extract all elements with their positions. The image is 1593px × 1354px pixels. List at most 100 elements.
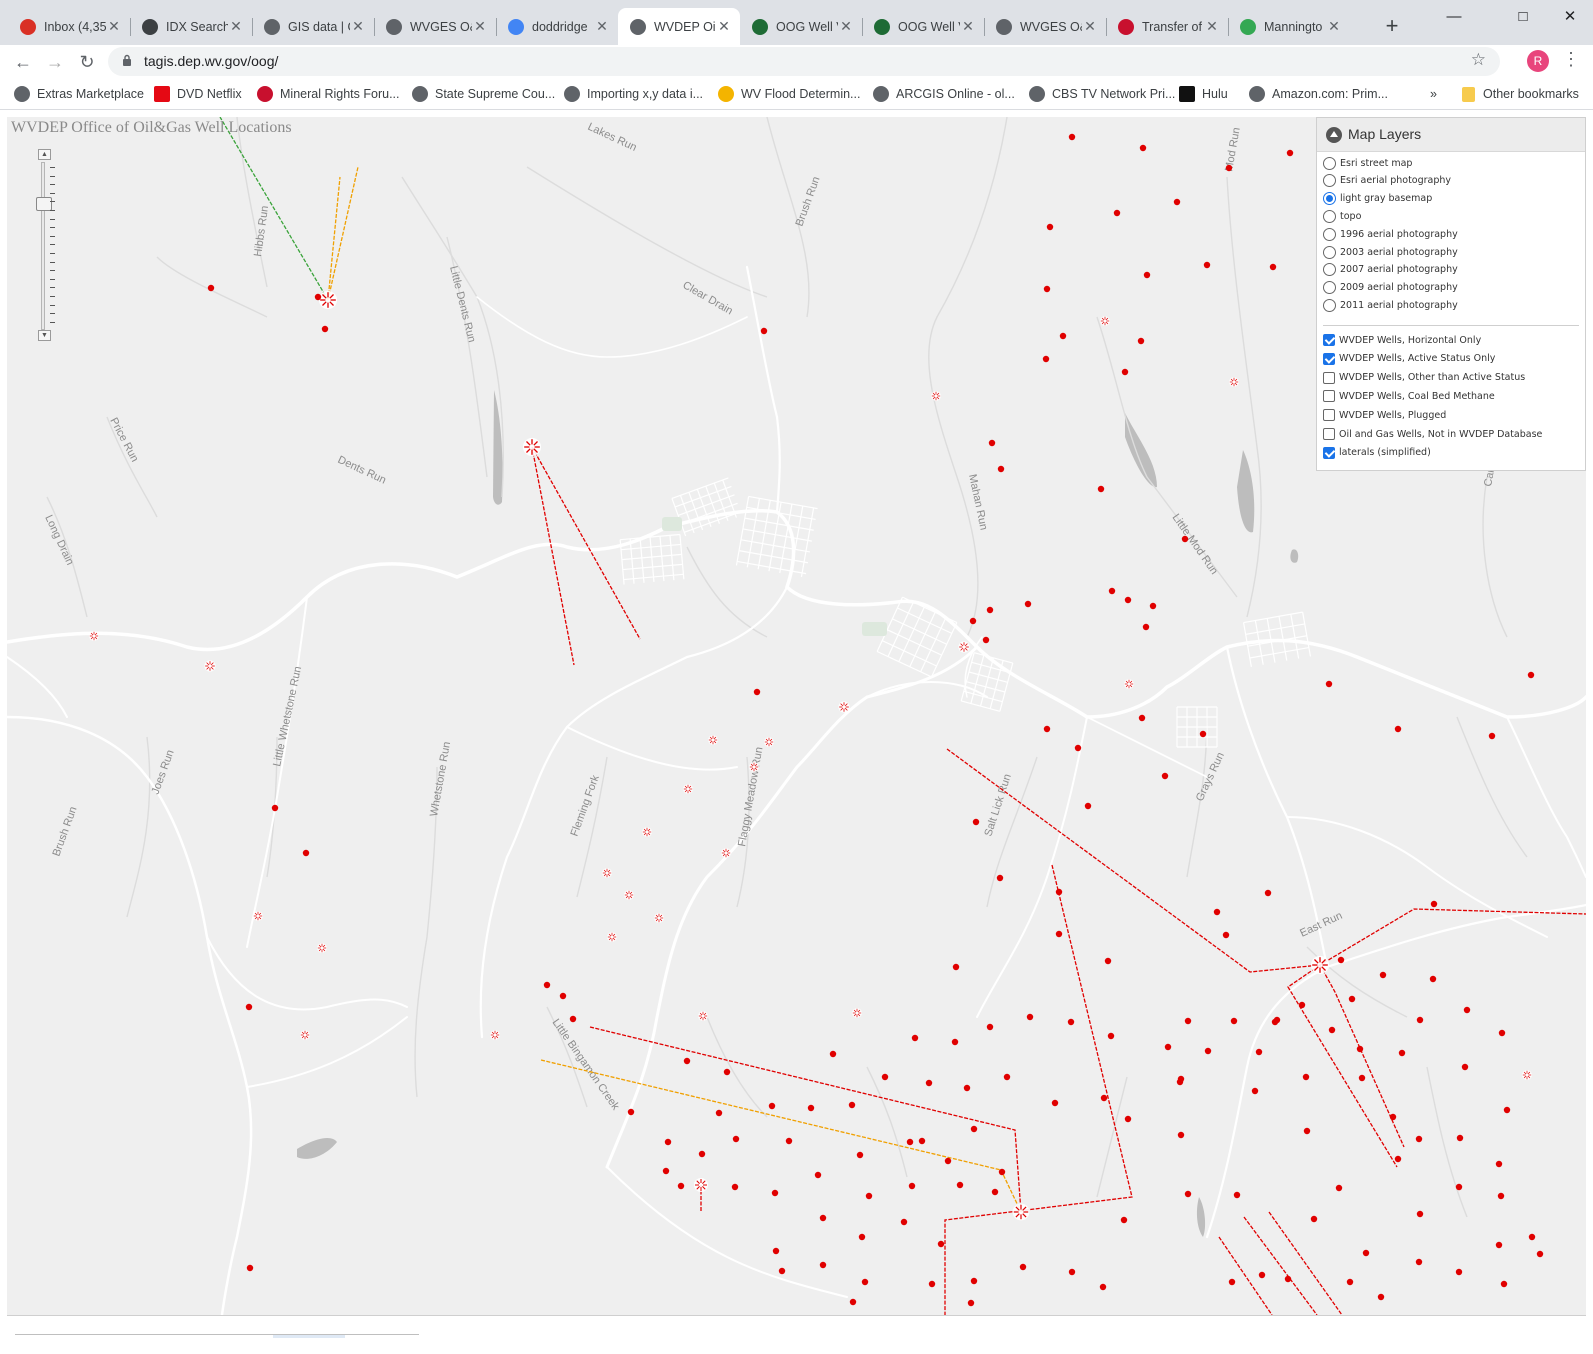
close-tab-icon[interactable]: ✕ [228, 18, 244, 35]
checkbox[interactable] [1323, 428, 1335, 440]
bookmark-item[interactable]: Amazon.com: Prim... [1249, 84, 1388, 104]
reload-icon[interactable]: ↻ [74, 49, 100, 75]
radio-button[interactable] [1323, 227, 1336, 241]
browser-tab[interactable]: GIS data | G✕ [252, 8, 374, 45]
bookmark-item[interactable]: Importing x,y data i... [564, 84, 703, 104]
radio-button[interactable] [1323, 192, 1336, 206]
bottom-tab[interactable] [15, 1334, 107, 1338]
basemap-option[interactable]: light gray basemap [1323, 191, 1432, 207]
close-tab-icon[interactable]: ✕ [1082, 18, 1098, 35]
overlay-option[interactable]: Oil and Gas Wells, Not in WVDEP Database [1323, 426, 1542, 442]
bookmark-item[interactable]: State Supreme Cou... [412, 84, 555, 104]
radio-button[interactable] [1323, 281, 1336, 295]
radio-button[interactable] [1323, 263, 1336, 277]
basemap-option[interactable]: topo [1323, 208, 1361, 224]
bookmark-item[interactable]: Hulu [1179, 84, 1228, 104]
basemap-option[interactable]: Esri aerial photography [1323, 173, 1451, 189]
bottom-tab[interactable] [181, 1334, 273, 1338]
bookmark-item[interactable]: Extras Marketplace [14, 84, 144, 104]
minimize-button[interactable]: — [1431, 4, 1477, 32]
browser-tab[interactable]: IDX Search ✕ [130, 8, 252, 45]
zoom-handle[interactable] [36, 197, 52, 211]
close-tab-icon[interactable]: ✕ [960, 18, 976, 35]
browser-tab[interactable]: Manningto ✕ [1228, 8, 1350, 45]
browser-tab[interactable]: WVDEP Oil ✕ [618, 8, 740, 45]
bottom-tab-active[interactable] [273, 1334, 345, 1338]
layers-header[interactable]: Map Layers [1317, 118, 1585, 152]
checkbox[interactable] [1323, 352, 1335, 365]
basemap-option[interactable]: 2003 aerial photography [1323, 244, 1458, 260]
zoom-tick [50, 227, 55, 229]
basemap-option[interactable]: 1996 aerial photography [1323, 226, 1458, 242]
browser-menu-icon[interactable]: ⋮ [1562, 49, 1580, 70]
overlay-option[interactable]: laterals (simplified) [1323, 445, 1431, 461]
profile-avatar[interactable]: R [1527, 50, 1549, 72]
collapse-icon[interactable] [1326, 127, 1342, 143]
close-tab-icon[interactable]: ✕ [594, 18, 610, 35]
bookmark-item[interactable]: CBS TV Network Pri... [1029, 84, 1175, 104]
close-window-button[interactable]: ✕ [1547, 4, 1593, 32]
overlay-option[interactable]: WVDEP Wells, Other than Active Status [1323, 370, 1525, 386]
well-point [1394, 1155, 1402, 1163]
overlay-option[interactable]: WVDEP Wells, Coal Bed Methane [1323, 388, 1495, 404]
radio-button[interactable] [1323, 298, 1336, 312]
stream-label: Dents Run [336, 454, 388, 487]
bookmark-star-icon[interactable]: ☆ [1471, 50, 1486, 70]
back-icon[interactable]: ← [10, 49, 36, 75]
checkbox[interactable] [1323, 371, 1335, 384]
basemap-option[interactable]: 2011 aerial photography [1323, 297, 1458, 313]
well-point [1068, 133, 1076, 141]
bottom-tab[interactable] [345, 1334, 419, 1338]
well-point [1139, 144, 1147, 152]
checkbox[interactable] [1323, 409, 1335, 422]
radio-button[interactable] [1323, 174, 1336, 188]
overlay-option[interactable]: WVDEP Wells, Active Status Only [1323, 351, 1495, 367]
browser-tab[interactable]: doddridge ✕ [496, 8, 618, 45]
checkbox[interactable] [1323, 390, 1335, 403]
browser-tab[interactable]: Inbox (4,35 ✕ [8, 8, 130, 45]
well-point [698, 1150, 706, 1158]
bookmark-item[interactable]: DVD Netflix [154, 84, 242, 104]
browser-tab[interactable]: OOG Well V ✕ [740, 8, 862, 45]
zoom-tick [50, 235, 55, 237]
basemap-option[interactable]: Esri street map [1323, 155, 1412, 171]
basemap-option[interactable]: 2007 aerial photography [1323, 262, 1458, 278]
well-pad-marker [204, 660, 216, 672]
close-tab-icon[interactable]: ✕ [350, 18, 366, 35]
flag-icon [1118, 18, 1134, 35]
radio-button[interactable] [1323, 245, 1336, 259]
bookmark-item[interactable]: WV Flood Determin... [718, 84, 860, 104]
close-tab-icon[interactable]: ✕ [716, 18, 732, 35]
forward-icon[interactable]: → [42, 49, 68, 75]
zoom-in-button[interactable]: ▲ [38, 149, 51, 160]
radio-button[interactable] [1323, 156, 1336, 170]
overlay-option[interactable]: WVDEP Wells, Plugged [1323, 407, 1446, 423]
bottom-tab[interactable] [107, 1334, 181, 1338]
basemap-option[interactable]: 2009 aerial photography [1323, 280, 1458, 296]
zoom-track[interactable] [41, 162, 45, 330]
bookmarks-overflow-button[interactable]: » [1430, 84, 1437, 104]
bookmark-item[interactable]: Mineral Rights Foru... [257, 84, 399, 104]
browser-tab[interactable]: WVGES O& ✕ [984, 8, 1106, 45]
checkbox[interactable] [1323, 446, 1335, 459]
close-tab-icon[interactable]: ✕ [838, 18, 854, 35]
zoom-out-button[interactable]: ▼ [38, 330, 51, 341]
zoom-slider[interactable]: ▲ ▼ [35, 149, 55, 344]
radio-button[interactable] [1323, 209, 1336, 223]
new-tab-button[interactable]: + [1378, 13, 1406, 41]
browser-tab[interactable]: WVGES O& ✕ [374, 8, 496, 45]
overlay-option[interactable]: WVDEP Wells, Horizontal Only [1323, 332, 1481, 348]
maximize-button[interactable]: □ [1500, 4, 1546, 32]
stream-line [126, 736, 151, 918]
close-tab-icon[interactable]: ✕ [1204, 18, 1220, 35]
checkbox[interactable] [1323, 334, 1335, 346]
well-point [771, 1189, 779, 1197]
bookmark-item[interactable]: ARCGIS Online - ol... [873, 84, 1015, 104]
other-bookmarks-folder[interactable]: Other bookmarks [1462, 84, 1579, 104]
browser-tab[interactable]: Transfer of ✕ [1106, 8, 1228, 45]
close-tab-icon[interactable]: ✕ [1326, 18, 1342, 35]
address-bar[interactable]: tagis.dep.wv.gov/oog/ ☆ [108, 47, 1500, 76]
close-tab-icon[interactable]: ✕ [472, 18, 488, 35]
browser-tab[interactable]: OOG Well V ✕ [862, 8, 984, 45]
close-tab-icon[interactable]: ✕ [106, 18, 122, 35]
